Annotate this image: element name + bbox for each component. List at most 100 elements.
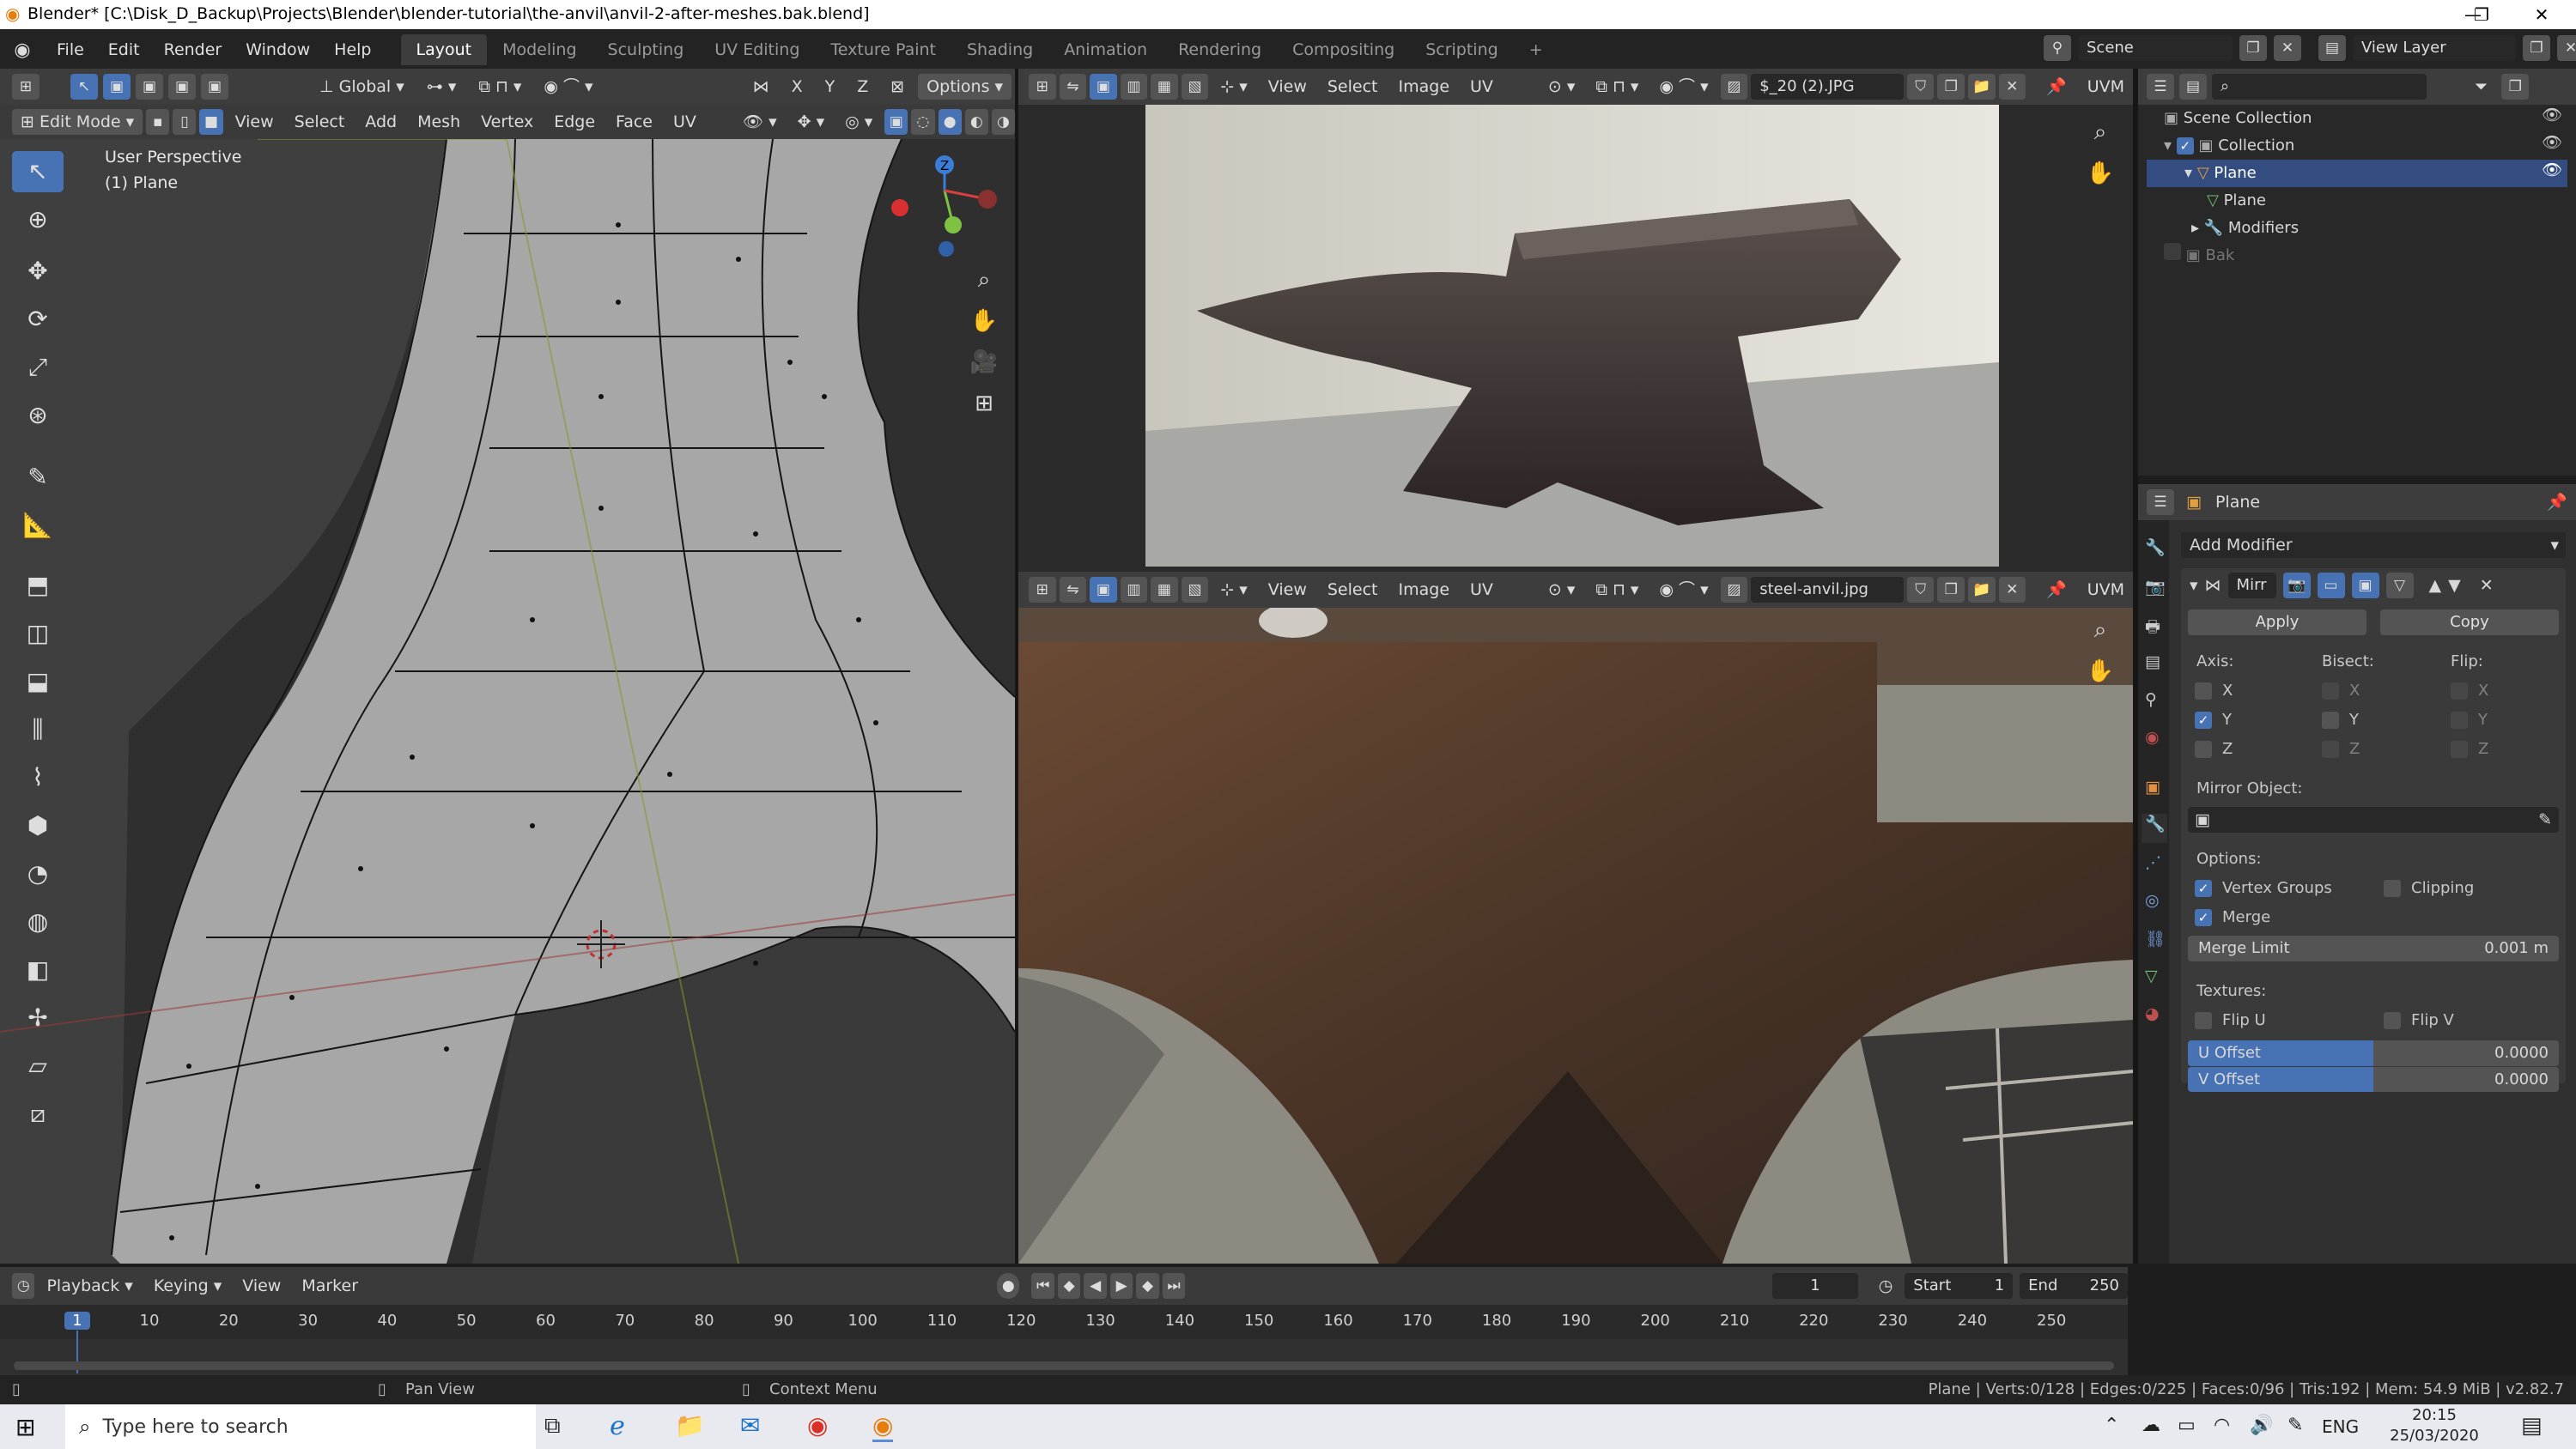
options-dropdown[interactable]: Options ▾	[918, 74, 1012, 100]
clock-date[interactable]: 25/03/2020	[2379, 1427, 2490, 1445]
jump-start-button[interactable]: ⏮	[1031, 1273, 1054, 1299]
solid-shading-icon[interactable]: ●	[938, 109, 962, 135]
image-editor-top[interactable]: ⌕ ✋	[1018, 105, 2133, 575]
annotate-tool[interactable]: ✎	[12, 457, 64, 498]
v-offset-slider[interactable]: V Offset 0.0000	[2188, 1066, 2559, 1092]
particles-tab-icon[interactable]: ⋰	[2145, 853, 2161, 872]
filter-icon[interactable]: ⏷	[2466, 74, 2496, 100]
add-modifier-dropdown[interactable]: Add Modifier ▾	[2181, 532, 2566, 558]
shear-tool[interactable]: ▱	[12, 1046, 64, 1087]
uv-edge-select-icon[interactable]: ▥	[1120, 577, 1148, 603]
image-name-field[interactable]: $_20 (2).JPG	[1751, 74, 1904, 100]
material-shading-icon[interactable]: ◐	[964, 109, 988, 135]
flip-x-checkbox[interactable]: X	[2451, 682, 2488, 700]
transform-tool[interactable]: ⊛	[12, 395, 64, 436]
tab-scripting[interactable]: Scripting	[1410, 34, 1514, 65]
tab-rendering[interactable]: Rendering	[1163, 34, 1277, 65]
eye-icon[interactable]: 👁	[2542, 132, 2562, 152]
tab-animation[interactable]: Animation	[1048, 34, 1163, 65]
vertex-select-icon[interactable]: ▪	[146, 109, 170, 135]
outliner-item[interactable]: ▽ Plane	[2207, 187, 2266, 215]
visibility-dropdown[interactable]: 👁 ▾	[734, 109, 786, 135]
smooth-tool[interactable]: ◍	[12, 901, 64, 943]
uv-snap-toggle[interactable]: ⧉ ⊓ ▾	[1587, 577, 1647, 603]
select-mode-subtract-icon[interactable]: ▣	[168, 74, 196, 100]
uv-vertex-select-icon[interactable]: ▣	[1090, 577, 1117, 603]
apply-button[interactable]: Apply	[2188, 609, 2366, 635]
shrink-fatten-tool[interactable]: ✢	[12, 997, 64, 1039]
fake-user-icon[interactable]: ⛉	[1906, 74, 1935, 100]
menu-select[interactable]: Select	[1319, 577, 1387, 603]
outliner-item[interactable]: ▣ Scene Collection	[2164, 105, 2312, 132]
view-layer-icon[interactable]: ▤	[2318, 35, 2346, 61]
start-frame-field[interactable]: Start 1	[1905, 1273, 2014, 1299]
language-indicator[interactable]: ENG	[2322, 1416, 2359, 1437]
wireframe-shading-icon[interactable]: ◌	[911, 109, 935, 135]
move-tool[interactable]: ✥	[12, 251, 64, 292]
3d-viewport[interactable]: ↖ ⊕ ✥ ⟳ ⤢ ⊛ ✎ 📐 ⬒ ◫ ⬓ ⫼ ⌇ ⬢ ◔ ◍ ◧ ✢ ▱ ⧄ …	[0, 139, 1015, 1264]
new-scene-icon[interactable]: ❐	[2239, 35, 2267, 61]
material-tab-icon[interactable]: ◕	[2145, 1004, 2160, 1023]
menu-image[interactable]: Image	[1390, 74, 1459, 100]
scene-field[interactable]: Scene	[2078, 35, 2233, 61]
editor-type-icon[interactable]: ☰	[2147, 74, 2174, 100]
modifier-name-field[interactable]: Mirr	[2227, 573, 2276, 598]
tab-modeling[interactable]: Modeling	[487, 34, 592, 65]
select-mode-invert-icon[interactable]: ▣	[201, 74, 228, 100]
gizmo-toggle[interactable]: ✥ ▾	[789, 109, 834, 135]
notifications-icon[interactable]: ▤	[2521, 1413, 2543, 1439]
uv-face-select-icon[interactable]: ▦	[1151, 577, 1178, 603]
eyedropper-icon[interactable]: ✎	[2538, 810, 2552, 829]
timeline-scrollbar[interactable]	[14, 1361, 2114, 1370]
cursor-tool[interactable]: ⊕	[12, 199, 64, 240]
record-button[interactable]: ●	[997, 1273, 1020, 1299]
scene-tab-icon[interactable]: ⚲	[2145, 690, 2157, 709]
constraints-tab-icon[interactable]: ⛓	[2145, 929, 2166, 949]
eye-icon[interactable]: 👁	[2542, 160, 2562, 179]
uv-map-field[interactable]: UVM	[2079, 74, 2133, 100]
transform-orientation-dropdown[interactable]: ⊥ Global ▾	[311, 74, 413, 100]
poly-build-tool[interactable]: ⬢	[12, 805, 64, 846]
play-reverse-button[interactable]: ◀	[1084, 1273, 1107, 1299]
edge-select-icon[interactable]: ▯	[173, 109, 197, 135]
keying-menu[interactable]: Keying ▾	[145, 1273, 230, 1299]
merge-limit-field[interactable]: Merge Limit 0.001 m	[2188, 936, 2559, 961]
playback-menu[interactable]: Playback ▾	[38, 1273, 141, 1299]
remove-modifier-icon[interactable]: ✕	[2480, 576, 2494, 595]
new-image-icon[interactable]: ❐	[1937, 577, 1965, 603]
menu-view[interactable]: View	[1260, 577, 1315, 603]
snap-toggle[interactable]: ⧉ ⊓ ▾	[470, 74, 530, 100]
uv-island-select-icon[interactable]: ▧	[1181, 74, 1209, 100]
close-window-button[interactable]: ✕	[2516, 0, 2567, 29]
expand-icon[interactable]: ▾	[2164, 136, 2177, 155]
pan-hand-icon[interactable]: ✋	[963, 302, 1005, 340]
modifier-tab-icon[interactable]: 🔧	[2142, 814, 2167, 843]
scale-tool[interactable]: ⤢	[12, 347, 64, 388]
open-image-icon[interactable]: 📁	[1967, 74, 1996, 100]
tab-sculpting[interactable]: Sculpting	[592, 34, 700, 65]
outliner-item-selected[interactable]: ▾ ▽ Plane	[2147, 160, 2567, 187]
camera-view-icon[interactable]: 🎥	[963, 343, 1005, 381]
tray-expand-icon[interactable]: ⌃	[2104, 1415, 2119, 1436]
view-layer-field[interactable]: View Layer	[2353, 35, 2516, 61]
outliner-item[interactable]: ▾ ✓ ▣ Collection	[2164, 132, 2294, 160]
uv-map-field[interactable]: UVM	[2079, 577, 2133, 603]
new-view-layer-icon[interactable]: ❐	[2523, 35, 2550, 61]
ortho-grid-icon[interactable]: ⊞	[963, 385, 1005, 422]
end-frame-field[interactable]: End 250	[2020, 1273, 2129, 1299]
physics-tab-icon[interactable]: ◎	[2145, 891, 2160, 910]
show-in-editmode-icon[interactable]: ▣	[2351, 573, 2379, 598]
menu-uv[interactable]: UV	[665, 109, 705, 135]
menu-add[interactable]: Add	[356, 109, 405, 135]
edge-browser-icon[interactable]: ℯ	[610, 1411, 625, 1441]
image-browse-icon[interactable]: ▨	[1720, 74, 1748, 100]
timeline-ruler[interactable]: 1 10 20 30 40 50 60 70 80 90 100 110 120 130 140 150 160…	[0, 1305, 2128, 1373]
outliner-item[interactable]: ▣ Bak	[2164, 242, 2234, 270]
menu-mesh[interactable]: Mesh	[409, 109, 469, 135]
image-editor-bottom[interactable]: ⌕ ✋	[1018, 608, 2133, 1264]
unlink-image-icon[interactable]: ✕	[1998, 577, 2026, 603]
menu-edge[interactable]: Edge	[545, 109, 604, 135]
battery-icon[interactable]: ▭	[2178, 1415, 2196, 1436]
taskbar-search[interactable]: ⌕ Type here to search	[65, 1404, 536, 1449]
sticky-select-dropdown[interactable]: ⊹ ▾	[1212, 577, 1256, 603]
